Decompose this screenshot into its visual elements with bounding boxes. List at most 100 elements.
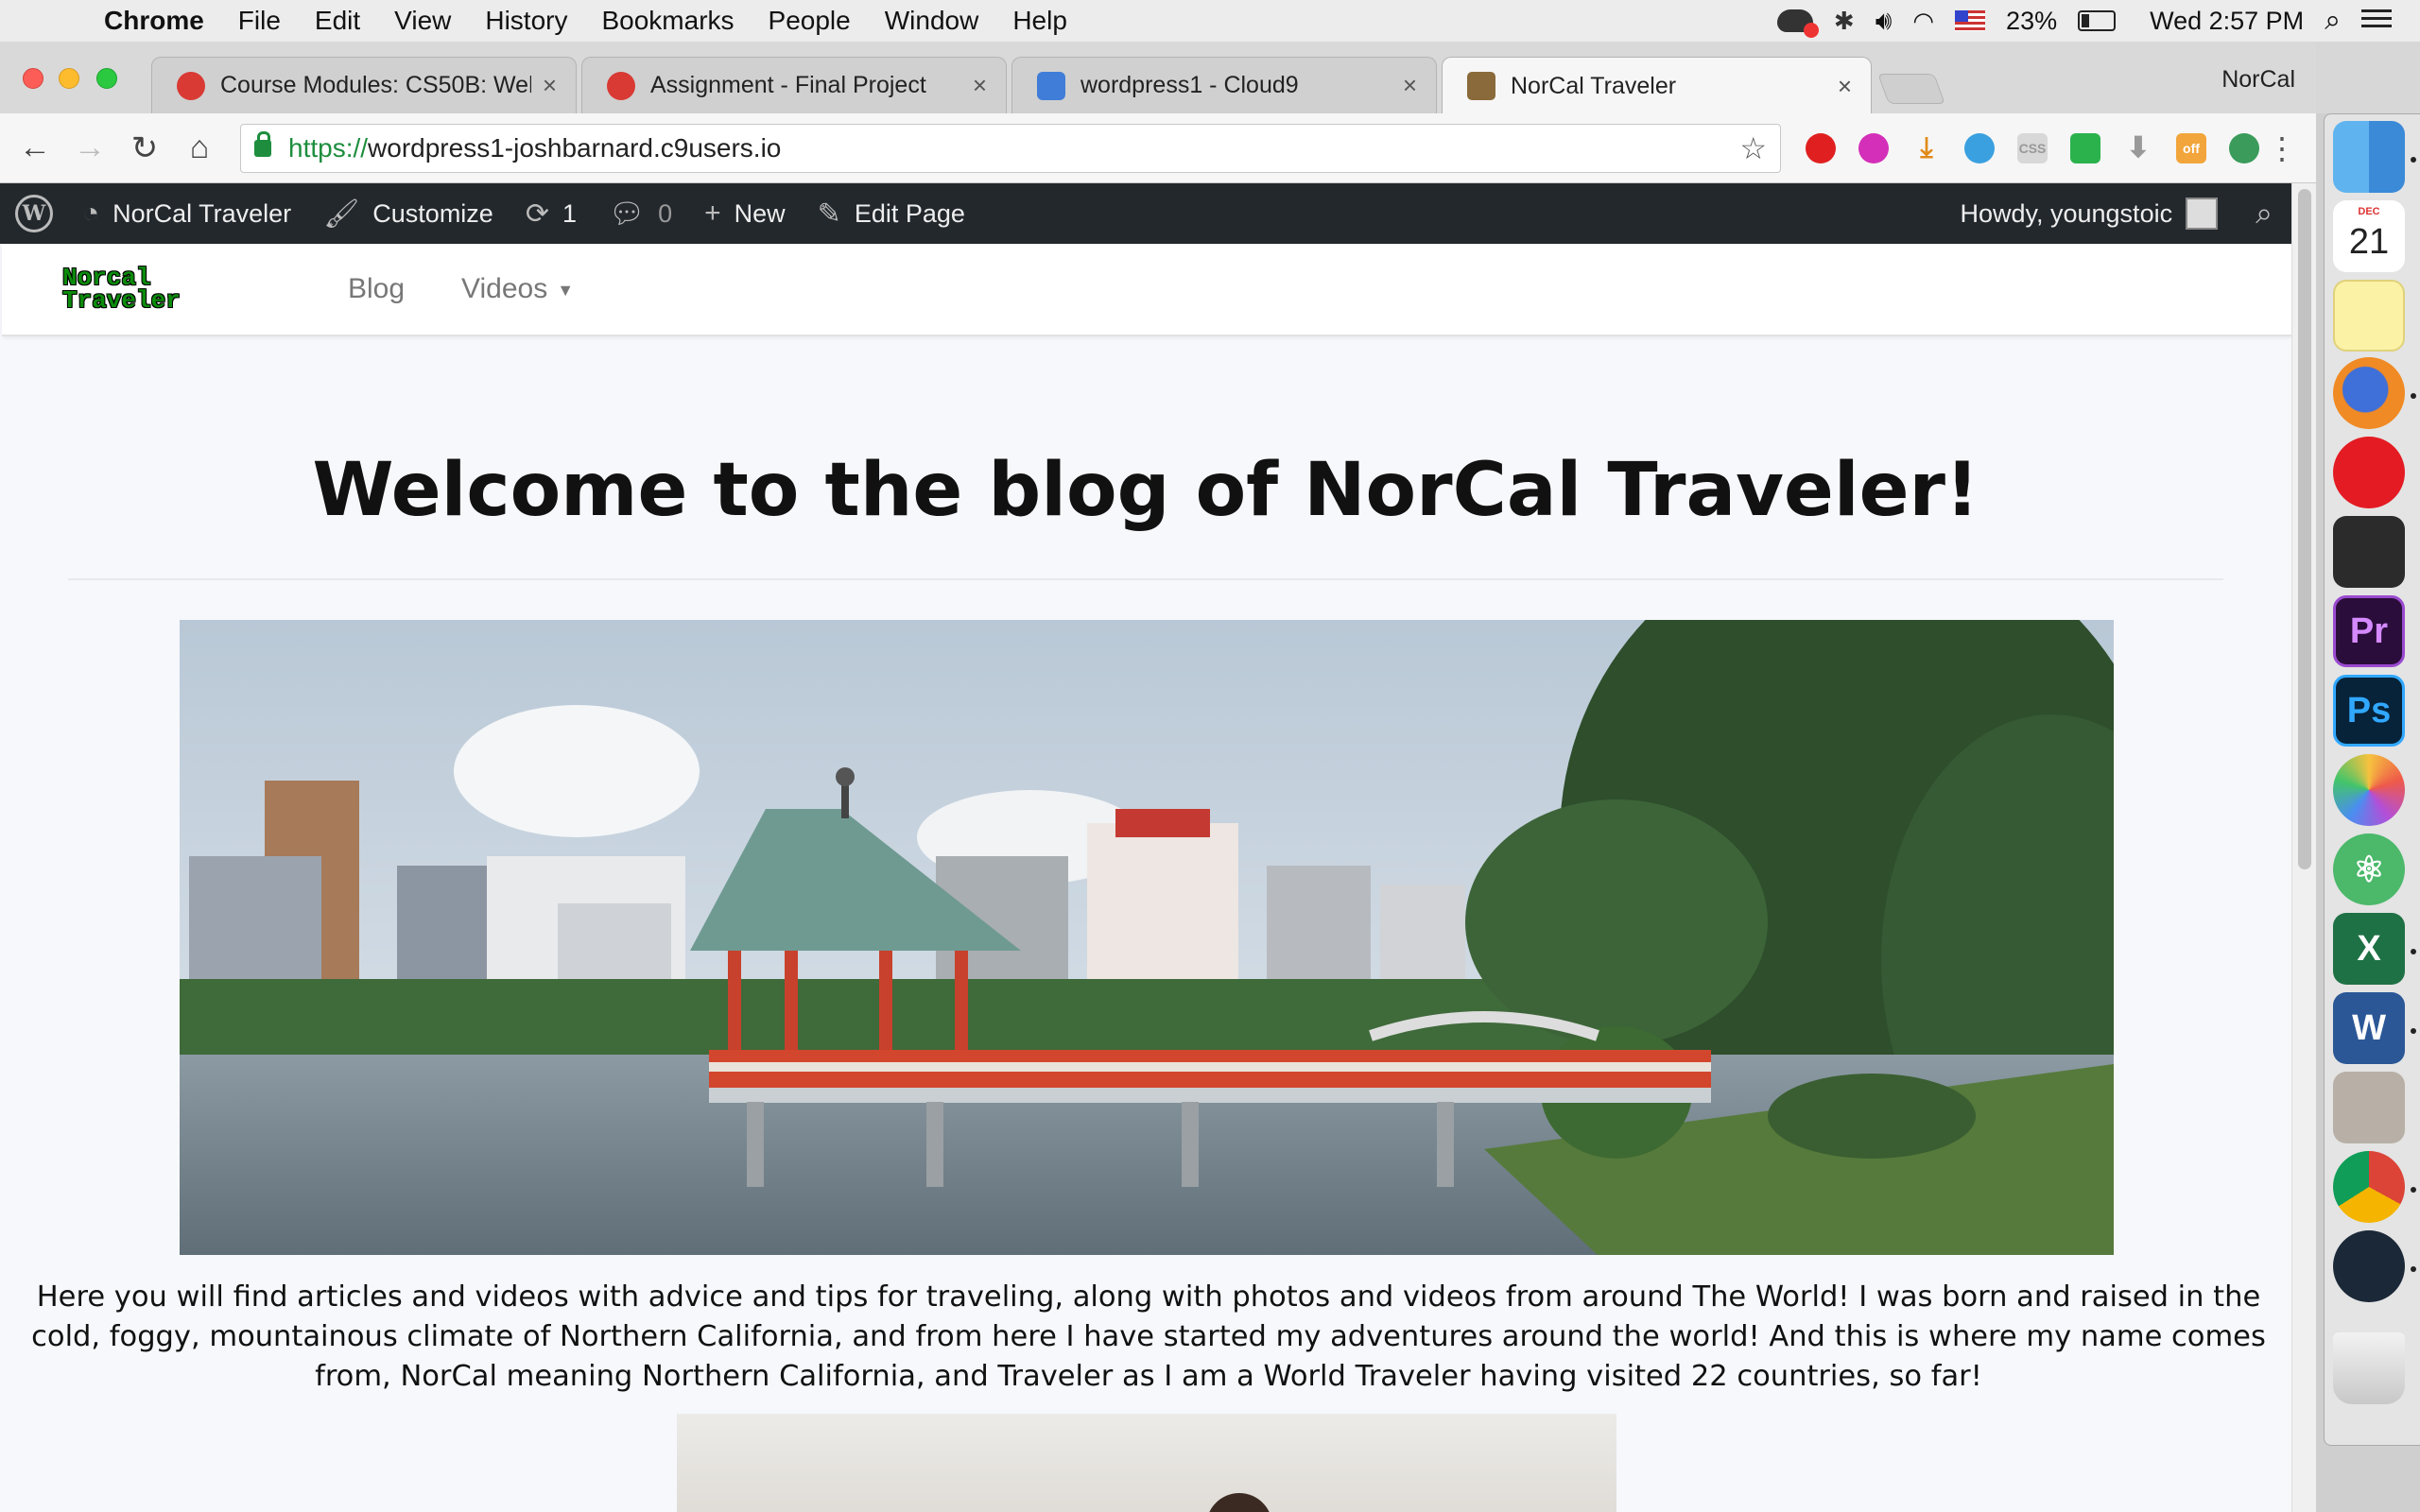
tab-norcal-traveler[interactable]: NorCal Traveler × [1442, 57, 1872, 114]
admin-comments[interactable]: 💬︎ 0 [593, 183, 688, 244]
globe-extension-icon[interactable] [2229, 132, 2259, 163]
photoshop-icon[interactable]: Ps [2333, 675, 2405, 747]
chrome-menu-icon[interactable]: ⋮ [2267, 130, 2297, 166]
tab-close-icon[interactable]: × [1838, 72, 1852, 101]
url-scheme: https:// [288, 132, 369, 163]
battery-icon[interactable] [2078, 10, 2117, 31]
calendar-icon[interactable]: DEC 21 [2333, 200, 2405, 272]
admin-edit-page-label: Edit Page [854, 198, 965, 228]
arrow-down-extension-icon[interactable]: ⬇ [2123, 132, 2153, 163]
tab-assignment-final-project[interactable]: Assignment - Final Project × [581, 57, 1007, 113]
calendar-day: 21 [2348, 221, 2390, 262]
tab-close-icon[interactable]: × [973, 71, 987, 100]
shield-extension-icon[interactable] [2070, 132, 2100, 163]
admin-updates[interactable]: ⟳ 1 [510, 183, 593, 244]
menu-edit[interactable]: Edit [298, 6, 377, 36]
window-zoom-button[interactable] [96, 68, 117, 89]
menu-view[interactable]: View [377, 6, 468, 36]
sync-extension-icon[interactable] [1964, 132, 1995, 163]
menu-file[interactable]: File [221, 6, 298, 36]
steam-icon[interactable] [2333, 1230, 2405, 1302]
reload-icon[interactable]: ↻ [117, 129, 172, 167]
dock-running-indicator [2411, 1266, 2416, 1272]
paintbrush-icon: 🖌︎ [323, 198, 360, 230]
tab-close-icon[interactable]: × [543, 71, 557, 100]
input-source-flag-icon[interactable] [1955, 10, 1986, 31]
terminal-icon[interactable] [2333, 516, 2405, 588]
nav-link-blog[interactable]: Blog [348, 273, 405, 305]
window-close-button[interactable] [23, 68, 43, 89]
admin-search-icon[interactable]: ⌕ [2218, 196, 2291, 232]
home-icon[interactable]: ⌂ [172, 129, 227, 166]
new-tab-button[interactable] [1877, 74, 1945, 104]
tab-title: wordpress1 - Cloud9 [1080, 72, 1299, 98]
notes-icon[interactable] [2333, 280, 2405, 352]
wordpress-logo-icon[interactable]: W [15, 195, 53, 232]
address-bar[interactable]: https:// wordpress1-joshbarnard.c9users.… [240, 123, 1781, 173]
menu-history[interactable]: History [468, 6, 584, 36]
photos-icon[interactable] [2333, 754, 2405, 826]
dock-running-indicator [2411, 157, 2416, 163]
intro-paragraph: Here you will find articles and videos w… [31, 1280, 2266, 1393]
bluetooth-icon[interactable]: ✱ [1834, 7, 1855, 36]
comment-bubble-icon: 💬︎ [609, 198, 646, 230]
tab-close-icon[interactable]: × [1403, 71, 1417, 100]
macos-menu-bar: Chrome File Edit View History Bookmarks … [0, 0, 2420, 42]
finder-icon[interactable] [2333, 121, 2405, 193]
pencil-icon: ✎ [817, 198, 841, 230]
battery-percent[interactable]: 23% [2006, 7, 2057, 36]
download-extension-icon[interactable]: ⤓ [1911, 132, 1942, 163]
excel-icon[interactable]: X [2333, 913, 2405, 985]
premiere-pro-icon[interactable]: Pr [2333, 595, 2405, 667]
menu-help[interactable]: Help [995, 6, 1084, 36]
menu-app-name[interactable]: Chrome [104, 6, 221, 36]
howdy-user-menu[interactable]: Howdy, youngstoic [1960, 199, 2172, 229]
atom-icon[interactable]: ⚛ [2333, 833, 2405, 905]
menu-bar-status-area: ✱ 🔊︎ ◠ 23% Wed 2:57 PM ⌕ [1776, 5, 2420, 38]
dock-running-indicator [2411, 1028, 2416, 1034]
spotlight-search-icon[interactable]: ⌕ [2325, 5, 2341, 37]
forward-arrow-icon[interactable]: → [62, 129, 117, 166]
menu-bar-clock[interactable]: Wed 2:57 PM [2150, 7, 2304, 36]
macos-dock: DEC 21 Pr Ps ⚛ X W [2316, 113, 2420, 1512]
tab-wordpress1-cloud9[interactable]: wordpress1 - Cloud9 × [1011, 57, 1437, 113]
updates-count: 1 [562, 198, 577, 228]
creative-cloud-icon[interactable] [1776, 9, 1819, 38]
wifi-icon[interactable]: ◠ [1912, 7, 1934, 36]
page-viewport: W ◔ NorCal Traveler 🖌︎ Customize ⟳ 1 💬︎ … [0, 183, 2316, 1512]
page-scrollbar[interactable] [2291, 183, 2316, 1512]
admin-edit-page[interactable]: ✎ Edit Page [802, 183, 981, 244]
menu-people[interactable]: People [752, 6, 868, 36]
nav-link-videos[interactable]: Videos ▼ [461, 273, 574, 305]
off-toggle-extension-icon[interactable]: off [2176, 132, 2206, 163]
css-extension-icon[interactable]: CSS [2017, 132, 2048, 163]
menu-window[interactable]: Window [868, 6, 996, 36]
tab-course-modules[interactable]: Course Modules: CS50B: Web × [151, 57, 577, 113]
opera-extension-icon[interactable] [1806, 132, 1836, 163]
firefox-icon[interactable] [2333, 357, 2405, 429]
site-logo[interactable]: Norcal Traveler [62, 266, 261, 313]
menu-bookmarks[interactable]: Bookmarks [584, 6, 751, 36]
dashboard-gauge-icon: ◔ [82, 198, 100, 229]
user-avatar[interactable] [2186, 198, 2219, 230]
admin-new[interactable]: + New [688, 183, 802, 244]
chrome-icon[interactable] [2333, 1151, 2405, 1223]
calculator-icon[interactable] [2333, 1072, 2405, 1143]
admin-customize[interactable]: 🖌︎ Customize [307, 183, 510, 244]
back-arrow-icon[interactable]: ← [8, 129, 62, 166]
word-icon[interactable]: W [2333, 992, 2405, 1064]
scrollbar-thumb[interactable] [2298, 189, 2311, 869]
secure-lock-icon[interactable] [254, 130, 271, 157]
bookmark-star-icon[interactable]: ☆ [1739, 130, 1767, 166]
tab-title: Assignment - Final Project [650, 72, 926, 98]
admin-site-name[interactable]: ◔ NorCal Traveler [66, 183, 307, 244]
trash-icon[interactable] [2333, 1332, 2405, 1404]
magenta-extension-icon[interactable] [1858, 132, 1889, 163]
extensions-area: ⤓ CSS ⬇ off [1806, 132, 2259, 163]
chrome-profile-button[interactable]: NorCal [2221, 66, 2295, 94]
notification-center-icon[interactable] [2361, 9, 2392, 32]
window-minimize-button[interactable] [59, 68, 79, 89]
volume-icon[interactable]: 🔊︎ [1876, 6, 1893, 37]
suitcase-favicon-icon [1467, 72, 1495, 100]
opera-icon[interactable] [2333, 437, 2405, 508]
